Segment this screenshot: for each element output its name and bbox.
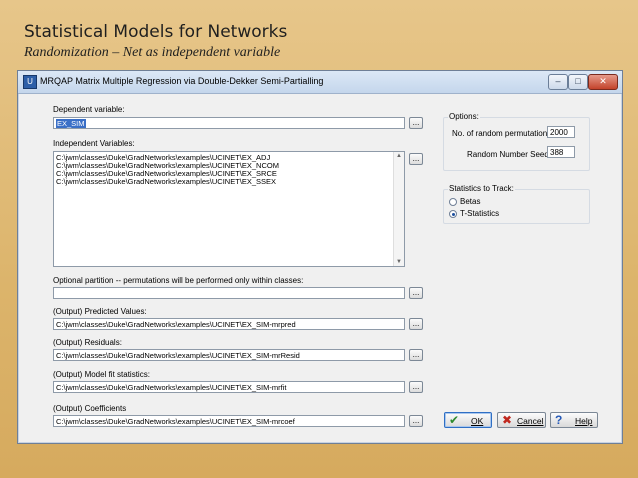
help-label: Help (575, 416, 593, 426)
independent-variables-label: Independent Variables: (53, 139, 135, 148)
predicted-values-field[interactable]: C:\jwm\classes\Duke\GradNetworks\example… (53, 318, 405, 330)
residuals-label: (Output) Residuals: (53, 338, 122, 347)
residuals-browse-button[interactable]: ... (409, 349, 423, 361)
help-button[interactable]: ? Help (550, 412, 598, 428)
checkmark-icon: ✔ (449, 413, 460, 427)
model-fit-field[interactable]: C:\jwm\classes\Duke\GradNetworks\example… (53, 381, 405, 393)
independent-browse-button[interactable]: ... (409, 153, 423, 165)
seed-label: Random Number Seed: (467, 150, 552, 159)
permutations-label: No. of random permutations: (452, 129, 554, 138)
independent-variables-list[interactable]: C:\jwm\classes\Duke\GradNetworks\example… (53, 151, 405, 267)
dependent-variable-label: Dependent variable: (53, 105, 125, 114)
coefficients-browse-button[interactable]: ... (409, 415, 423, 427)
cancel-button[interactable]: ✖ Cancel (497, 412, 546, 428)
close-button[interactable]: ✕ (588, 74, 618, 90)
statistics-group (443, 189, 590, 224)
dependent-variable-value: EX_SIM (56, 119, 86, 128)
betas-label[interactable]: Betas (460, 197, 480, 206)
question-icon: ? (555, 413, 563, 427)
slide-subtitle: Randomization – Net as independent varia… (24, 45, 281, 60)
dialog-window: U MRQAP Matrix Multiple Regression via D… (17, 70, 623, 444)
minimize-button[interactable]: – (548, 74, 568, 90)
betas-radio[interactable] (449, 198, 457, 206)
list-scrollbar[interactable]: ▲ ▼ (393, 152, 404, 266)
title-bar[interactable]: U MRQAP Matrix Multiple Regression via D… (18, 71, 622, 94)
statistics-title: Statistics to Track: (448, 184, 515, 193)
options-title: Options: (448, 112, 480, 121)
partition-field[interactable] (53, 287, 405, 299)
maximize-button[interactable]: □ (568, 74, 588, 90)
model-fit-browse-button[interactable]: ... (409, 381, 423, 393)
coefficients-field[interactable]: C:\jwm\classes\Duke\GradNetworks\example… (53, 415, 405, 427)
permutations-input[interactable]: 2000 (547, 126, 575, 138)
x-icon: ✖ (502, 413, 513, 427)
cancel-label: Cancel (517, 416, 544, 426)
dependent-variable-field[interactable]: EX_SIM (53, 117, 405, 129)
scroll-up-icon[interactable]: ▲ (396, 153, 402, 159)
predicted-browse-button[interactable]: ... (409, 318, 423, 330)
scroll-down-icon[interactable]: ▼ (396, 259, 402, 265)
slide-title: Statistical Models for Networks (24, 22, 288, 42)
list-item[interactable]: C:\jwm\classes\Duke\GradNetworks\example… (54, 178, 404, 186)
coefficients-label: (Output) Coefficients (53, 404, 127, 413)
residuals-field[interactable]: C:\jwm\classes\Duke\GradNetworks\example… (53, 349, 405, 361)
dependent-browse-button[interactable]: ... (409, 117, 423, 129)
predicted-values-label: (Output) Predicted Values: (53, 307, 147, 316)
partition-label: Optional partition -- permutations will … (53, 276, 304, 285)
seed-input[interactable]: 388 (547, 146, 575, 158)
t-statistics-radio[interactable] (449, 210, 457, 218)
ok-label: OK (471, 416, 484, 426)
app-icon: U (23, 75, 37, 89)
t-statistics-label[interactable]: T-Statistics (460, 209, 499, 218)
window-title: MRQAP Matrix Multiple Regression via Dou… (40, 76, 324, 86)
ok-button[interactable]: ✔ OK (444, 412, 492, 428)
partition-browse-button[interactable]: ... (409, 287, 423, 299)
model-fit-label: (Output) Model fit statistics: (53, 370, 150, 379)
